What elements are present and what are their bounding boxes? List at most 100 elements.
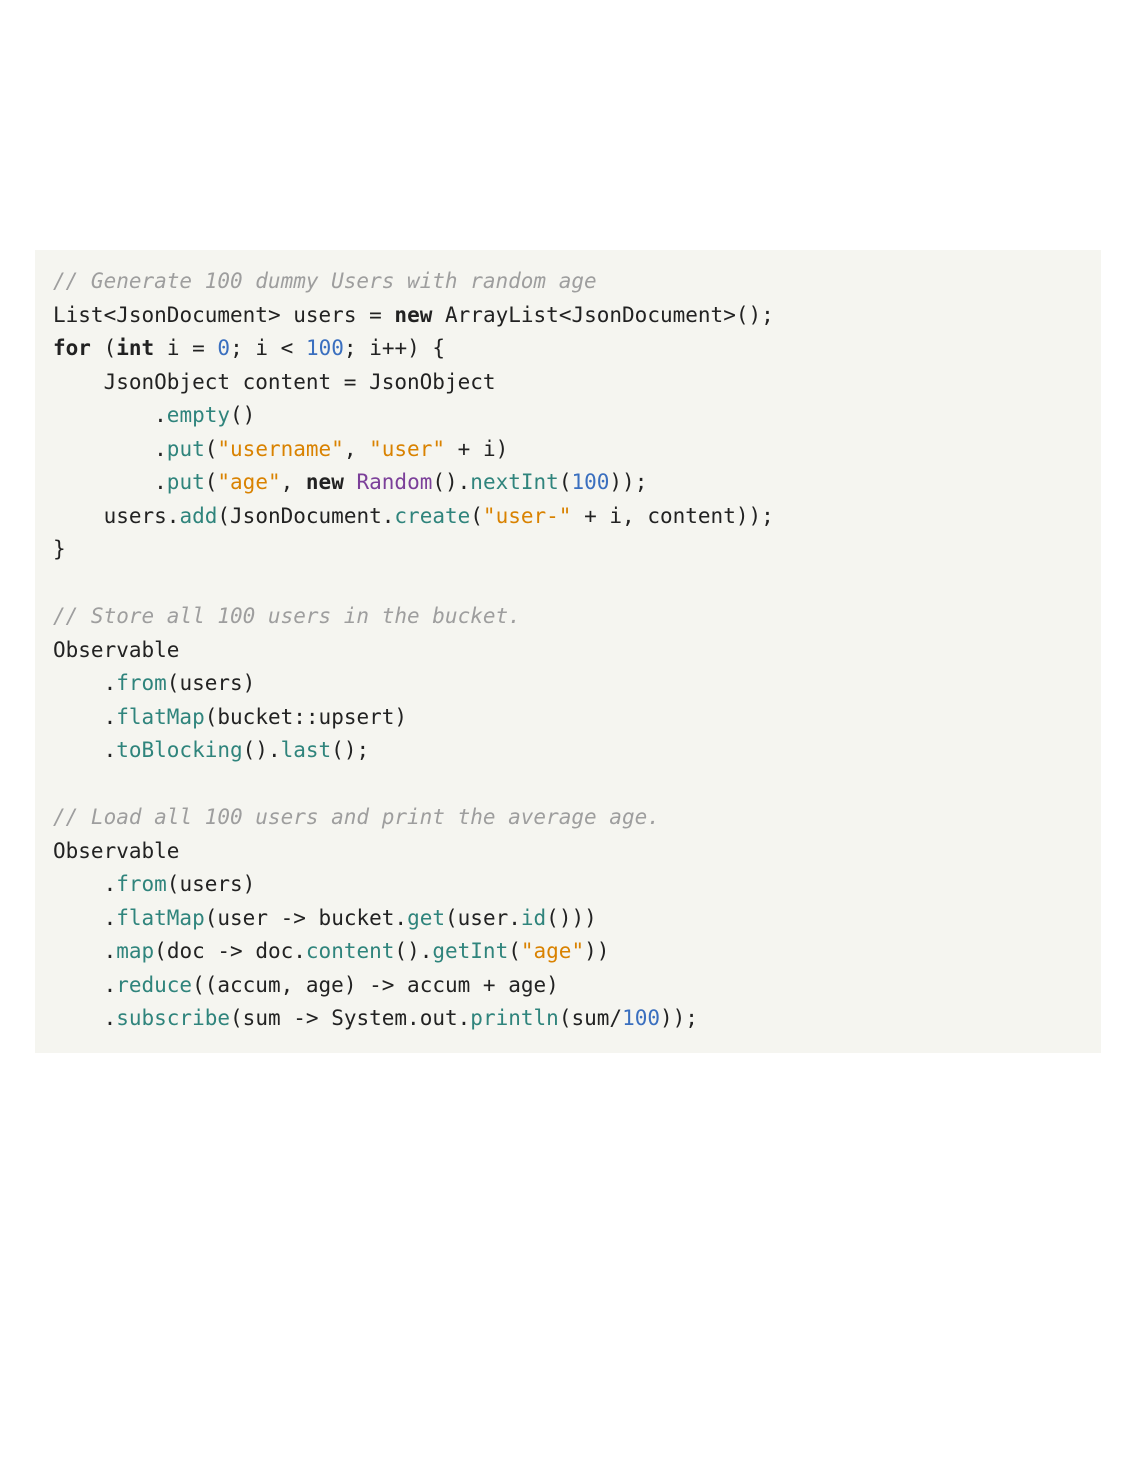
- token-plain: JsonObject content: [53, 370, 344, 394]
- token-plain: [432, 303, 445, 327]
- token-method: get: [407, 906, 445, 930]
- token-number: 0: [217, 336, 230, 360]
- token-punct: (: [559, 1006, 572, 1030]
- token-method: reduce: [116, 973, 192, 997]
- token-punct: (: [445, 906, 458, 930]
- token-string: "user": [369, 437, 445, 461]
- token-punct: )): [584, 939, 609, 963]
- token-method: last: [281, 738, 332, 762]
- token-punct: ));: [660, 1006, 698, 1030]
- token-punct: .: [407, 1006, 420, 1030]
- token-type: Observable: [53, 638, 179, 662]
- code-block: // Generate 100 dummy Users with random …: [35, 250, 1101, 1053]
- token-keyword: new: [394, 303, 432, 327]
- token-plain: out: [420, 1006, 458, 1030]
- token-comment: // Generate 100 dummy Users with random …: [53, 269, 597, 293]
- token-string: "age": [217, 470, 280, 494]
- token-method: id: [521, 906, 546, 930]
- token-method: content: [306, 939, 395, 963]
- token-plain: users: [281, 303, 370, 327]
- token-number: 100: [571, 470, 609, 494]
- token-punct: ,: [281, 973, 306, 997]
- token-plain: sum: [571, 1006, 609, 1030]
- token-number: 100: [622, 1006, 660, 1030]
- token-plain: sum: [243, 1006, 294, 1030]
- token-class: Random: [357, 470, 433, 494]
- token-punct: /: [609, 1006, 622, 1030]
- token-method: create: [394, 504, 470, 528]
- token-punct: ,: [622, 504, 647, 528]
- token-punct: ->: [281, 906, 319, 930]
- token-punct: ().: [394, 939, 432, 963]
- token-plain: .: [53, 973, 116, 997]
- token-punct: +: [483, 973, 508, 997]
- token-plain: .: [53, 738, 116, 762]
- token-punct: (: [205, 906, 218, 930]
- token-plain: i: [369, 336, 382, 360]
- token-punct: ->: [217, 939, 255, 963]
- code-content: // Generate 100 dummy Users with random …: [53, 269, 774, 1030]
- token-plain: i: [609, 504, 622, 528]
- token-punct: +: [584, 504, 609, 528]
- token-punct: ) ->: [344, 973, 407, 997]
- token-plain: .: [53, 403, 167, 427]
- token-method: put: [167, 437, 205, 461]
- token-punct: ::: [293, 705, 318, 729]
- token-punct: ().: [243, 738, 281, 762]
- token-method: toBlocking: [116, 738, 242, 762]
- token-punct: (: [205, 470, 218, 494]
- token-type: ArrayList: [445, 303, 559, 327]
- token-punct: .: [382, 504, 395, 528]
- token-punct: (: [559, 470, 572, 494]
- token-punct: ): [394, 705, 407, 729]
- token-method: put: [167, 470, 205, 494]
- token-punct: ;: [344, 336, 369, 360]
- token-type: Observable: [53, 839, 179, 863]
- token-string: "username": [217, 437, 343, 461]
- token-plain: user.: [458, 906, 521, 930]
- token-plain: i: [255, 336, 280, 360]
- token-plain: .: [53, 705, 116, 729]
- token-plain: .: [53, 437, 167, 461]
- token-plain: .: [53, 939, 116, 963]
- token-plain: accum: [407, 973, 483, 997]
- token-punct: (: [470, 504, 483, 528]
- token-plain: [445, 437, 458, 461]
- token-plain: doc.: [255, 939, 306, 963]
- token-method: getInt: [432, 939, 508, 963]
- token-plain: user: [217, 906, 280, 930]
- token-punct: ++) {: [382, 336, 445, 360]
- token-plain: .: [53, 1006, 116, 1030]
- token-punct: (: [508, 939, 521, 963]
- token-method: nextInt: [470, 470, 559, 494]
- token-method: from: [116, 671, 167, 695]
- token-plain: [571, 504, 584, 528]
- token-punct: (: [154, 939, 167, 963]
- token-plain: .: [53, 906, 116, 930]
- token-punct: ();: [331, 738, 369, 762]
- token-keyword: new: [306, 470, 344, 494]
- token-punct: <: [559, 303, 572, 327]
- token-punct: <: [104, 303, 117, 327]
- token-punct: (: [230, 1006, 243, 1030]
- token-method: subscribe: [116, 1006, 230, 1030]
- token-punct: ().: [432, 470, 470, 494]
- token-type: JsonObject: [369, 370, 495, 394]
- token-plain: users: [179, 671, 242, 695]
- token-punct: ,: [281, 470, 306, 494]
- token-method: flatMap: [116, 705, 205, 729]
- token-punct: ;: [230, 336, 255, 360]
- token-method: map: [116, 939, 154, 963]
- token-number: 100: [306, 336, 344, 360]
- token-plain: [344, 470, 357, 494]
- token-plain: bucket: [217, 705, 293, 729]
- token-type: JsonDocument: [230, 504, 382, 528]
- token-keyword: int: [116, 336, 154, 360]
- token-punct: (: [205, 437, 218, 461]
- token-type: JsonDocument: [571, 303, 723, 327]
- token-punct: ,: [344, 437, 369, 461]
- token-plain: .: [53, 470, 167, 494]
- token-keyword: for: [53, 336, 91, 360]
- token-plain: accum: [217, 973, 280, 997]
- token-plain: bucket.: [319, 906, 408, 930]
